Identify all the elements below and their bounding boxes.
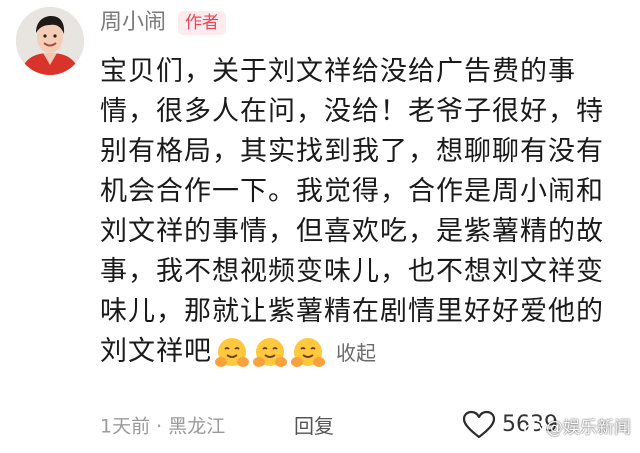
- comment-line: 宝贝们，关于刘文祥给没给广告费的事: [100, 56, 576, 87]
- comment-line: 味儿，那就让紫薯精在剧情里好好爱他的: [100, 296, 604, 327]
- comment-time: 1天前: [100, 415, 151, 438]
- comment-line: 机会合作一下。我觉得，合作是周小闹和: [100, 176, 604, 207]
- watermark-text: @娱乐新闻: [546, 418, 631, 438]
- meta-separator: ·: [156, 415, 163, 438]
- watermark: @娱乐新闻: [524, 417, 631, 439]
- reply-button[interactable]: 回复: [294, 414, 334, 438]
- avatar[interactable]: [16, 7, 84, 75]
- hugging-face-emoji-icon: [215, 338, 249, 367]
- like-button[interactable]: [462, 410, 496, 440]
- comment-line: 事，我不想视频变味儿，也不想刘文祥变: [100, 256, 604, 287]
- author-badge: 作者: [178, 11, 226, 35]
- comment-last-line: 刘文祥吧 收起: [100, 332, 620, 373]
- weibo-logo-icon: [524, 420, 543, 437]
- comment-location: 黑龙江: [168, 415, 226, 438]
- avatar-photo: [16, 7, 84, 75]
- hugging-face-emoji-icon: [253, 338, 287, 367]
- collapse-link[interactable]: 收起: [336, 341, 376, 365]
- emoji-group: [214, 333, 328, 373]
- username[interactable]: 周小闹: [100, 10, 166, 36]
- hugging-face-emoji-icon: [291, 338, 325, 367]
- comment-line: 别有格局，其实找到我了，想聊聊有没有: [100, 136, 604, 167]
- heart-outline-icon: [462, 410, 496, 439]
- comment-line: 刘文祥的事情，但喜欢吃，是紫薯精的故: [100, 216, 604, 247]
- comment-text: 宝贝们，关于刘文祥给没给广告费的事 情，很多人在问，没给！老爷子很好，特 别有格…: [100, 52, 620, 373]
- comment-line: 情，很多人在问，没给！老爷子很好，特: [100, 96, 604, 127]
- comment-line: 刘文祥吧: [100, 336, 212, 367]
- comment-meta: 1天前 · 黑龙江: [100, 414, 225, 439]
